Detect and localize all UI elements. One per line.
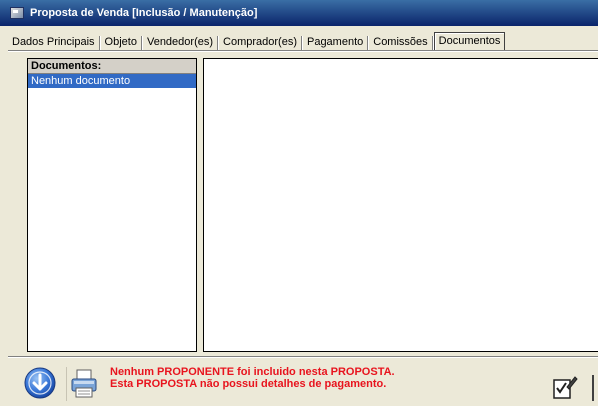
message-no-payment: Esta PROPOSTA não possui detalhes de pag… xyxy=(110,378,387,390)
list-item[interactable]: Nenhum documento xyxy=(28,74,196,88)
tab-documentos[interactable]: Documentos xyxy=(433,32,506,50)
document-detail-panel xyxy=(203,58,598,352)
confirm-button[interactable] xyxy=(550,373,578,401)
tab-strip: Dados Principais Objeto Vendedor(es) Com… xyxy=(8,32,506,50)
arrow-down-circle-icon xyxy=(24,367,56,399)
tab-baseline xyxy=(8,50,598,52)
tab-pagamento[interactable]: Pagamento xyxy=(303,34,367,50)
divider xyxy=(8,356,598,358)
print-button[interactable] xyxy=(66,367,101,401)
form-icon xyxy=(10,7,24,19)
checklist-pen-icon xyxy=(553,376,578,399)
tab-dados-principais[interactable]: Dados Principais xyxy=(8,34,99,50)
printer-icon xyxy=(71,369,97,398)
down-button[interactable] xyxy=(24,367,56,399)
tab-objeto[interactable]: Objeto xyxy=(101,34,141,50)
documents-list-header: Documentos: xyxy=(28,59,196,74)
tab-comissoes[interactable]: Comissões xyxy=(369,34,431,50)
message-no-proponent: Nenhum PROPONENTE foi incluido nesta PRO… xyxy=(110,366,395,378)
documents-list[interactable]: Documentos: Nenhum documento xyxy=(27,58,197,352)
tab-compradores[interactable]: Comprador(es) xyxy=(219,34,301,50)
window-title: Proposta de Venda [Inclusão / Manutenção… xyxy=(30,7,258,19)
validation-messages: Nenhum PROPONENTE foi incluido nesta PRO… xyxy=(110,366,395,390)
tab-vendedores[interactable]: Vendedor(es) xyxy=(143,34,217,50)
title-bar: Proposta de Venda [Inclusão / Manutenção… xyxy=(0,0,598,26)
next-button-partial[interactable] xyxy=(592,375,598,401)
